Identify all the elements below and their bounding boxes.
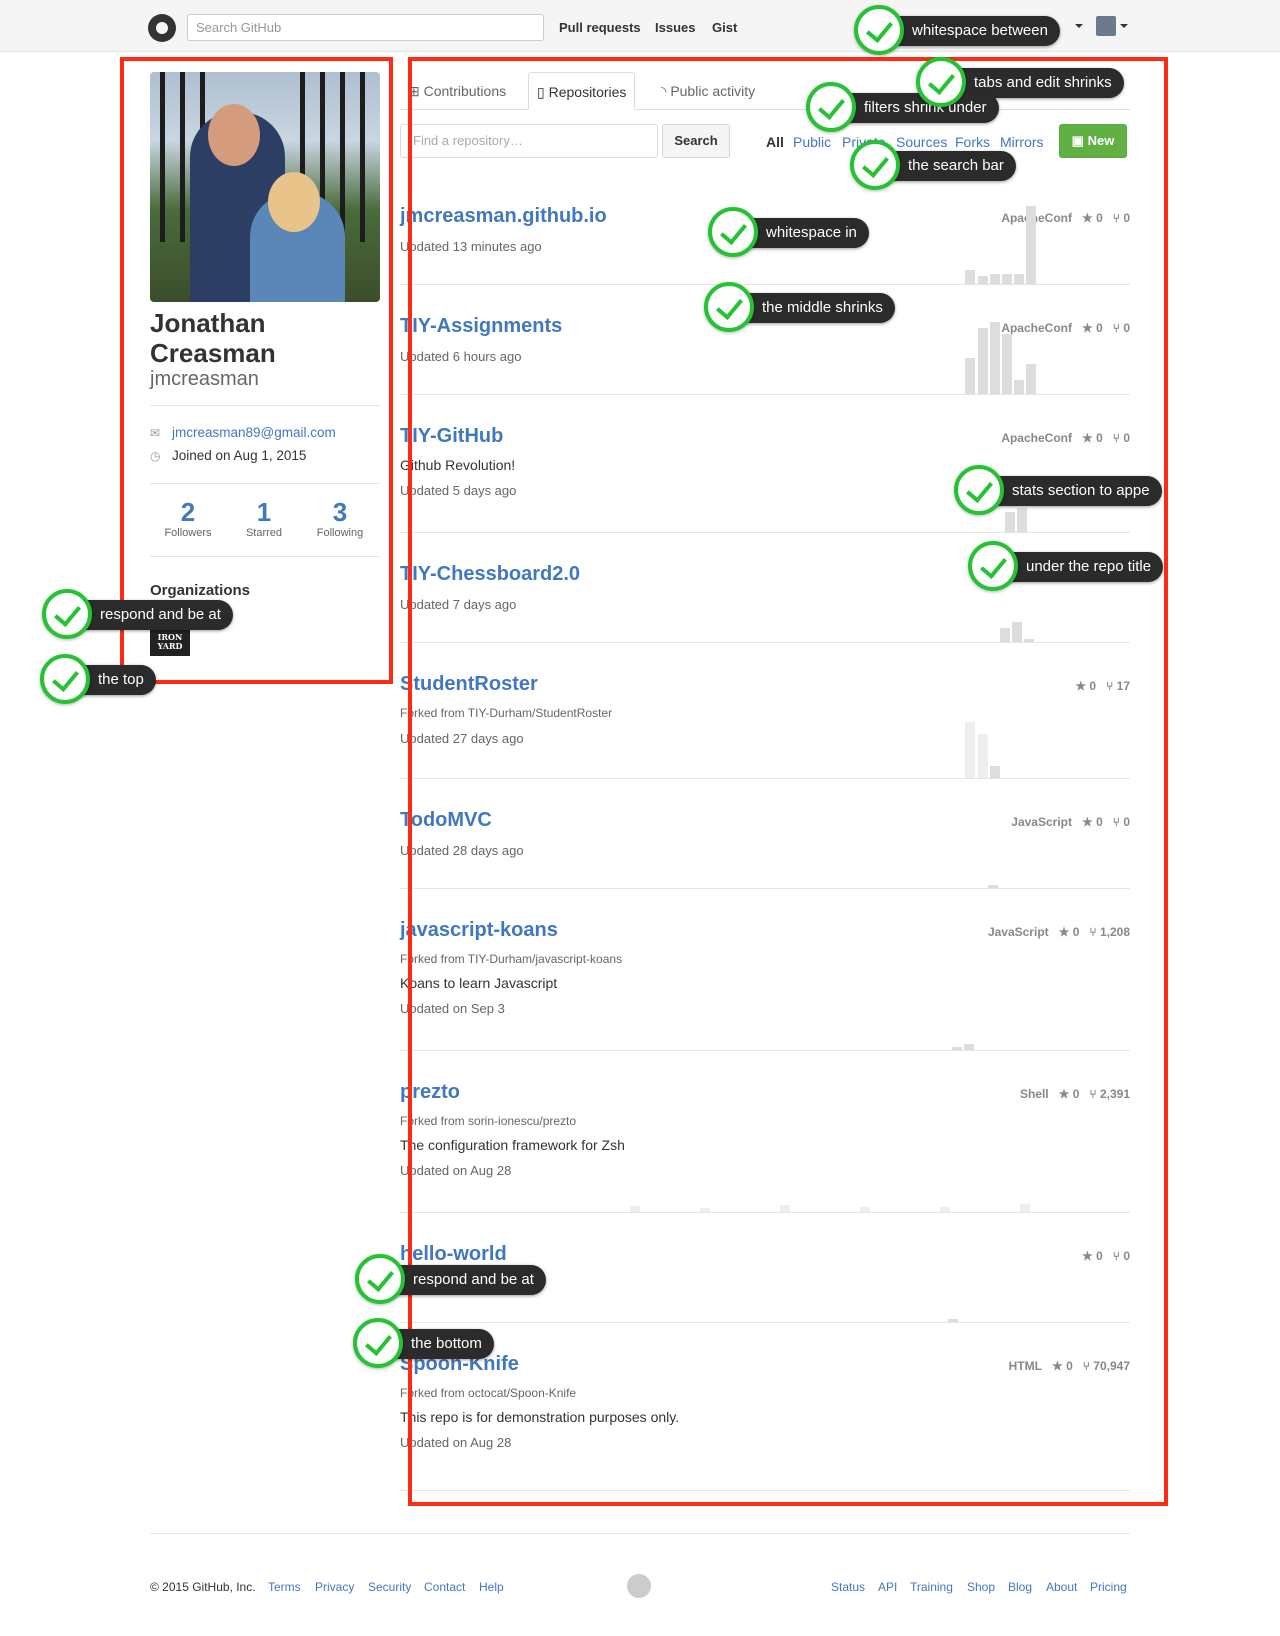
github-footer-logo-icon[interactable]	[627, 1574, 651, 1598]
github-logo-icon[interactable]	[148, 14, 176, 42]
nav-pull-requests[interactable]: Pull requests	[559, 20, 641, 35]
user-avatar[interactable]	[1096, 16, 1116, 36]
footer-privacy[interactable]: Privacy	[315, 1580, 354, 1594]
sidebar-highlight-box	[120, 57, 393, 684]
checkmark-icon	[353, 1318, 403, 1368]
checkmark-icon	[42, 589, 92, 639]
checkmark-icon	[954, 465, 1004, 515]
footer-about[interactable]: About	[1046, 1580, 1077, 1594]
nav-issues[interactable]: Issues	[655, 20, 695, 35]
nav-gist[interactable]: Gist	[712, 20, 737, 35]
footer-shop[interactable]: Shop	[967, 1580, 995, 1594]
footer-blog[interactable]: Blog	[1008, 1580, 1032, 1594]
checkmark-icon	[704, 282, 754, 332]
checkmark-icon	[40, 654, 90, 704]
checkmark-icon	[916, 57, 966, 107]
checkmark-icon	[854, 5, 904, 55]
footer-status[interactable]: Status	[831, 1580, 865, 1594]
footer-copyright: © 2015 GitHub, Inc.	[150, 1580, 256, 1594]
footer-help[interactable]: Help	[479, 1580, 504, 1594]
site-header: Search GitHub Pull requests Issues Gist	[0, 0, 1280, 52]
checkmark-icon	[968, 541, 1018, 591]
footer-training[interactable]: Training	[910, 1580, 953, 1594]
footer-security[interactable]: Security	[368, 1580, 411, 1594]
checkmark-icon	[850, 140, 900, 190]
footer-pricing[interactable]: Pricing	[1090, 1580, 1127, 1594]
footer-contact[interactable]: Contact	[424, 1580, 465, 1594]
header-search-input[interactable]: Search GitHub	[187, 14, 544, 41]
checkmark-icon	[806, 82, 856, 132]
footer-api[interactable]: API	[878, 1580, 897, 1594]
checkmark-icon	[355, 1254, 405, 1304]
chevron-down-icon[interactable]	[1120, 24, 1128, 28]
footer-terms[interactable]: Terms	[268, 1580, 301, 1594]
create-new-dropdown-icon[interactable]	[1075, 24, 1083, 28]
checkmark-icon	[708, 207, 758, 257]
footer-divider	[150, 1533, 1130, 1534]
